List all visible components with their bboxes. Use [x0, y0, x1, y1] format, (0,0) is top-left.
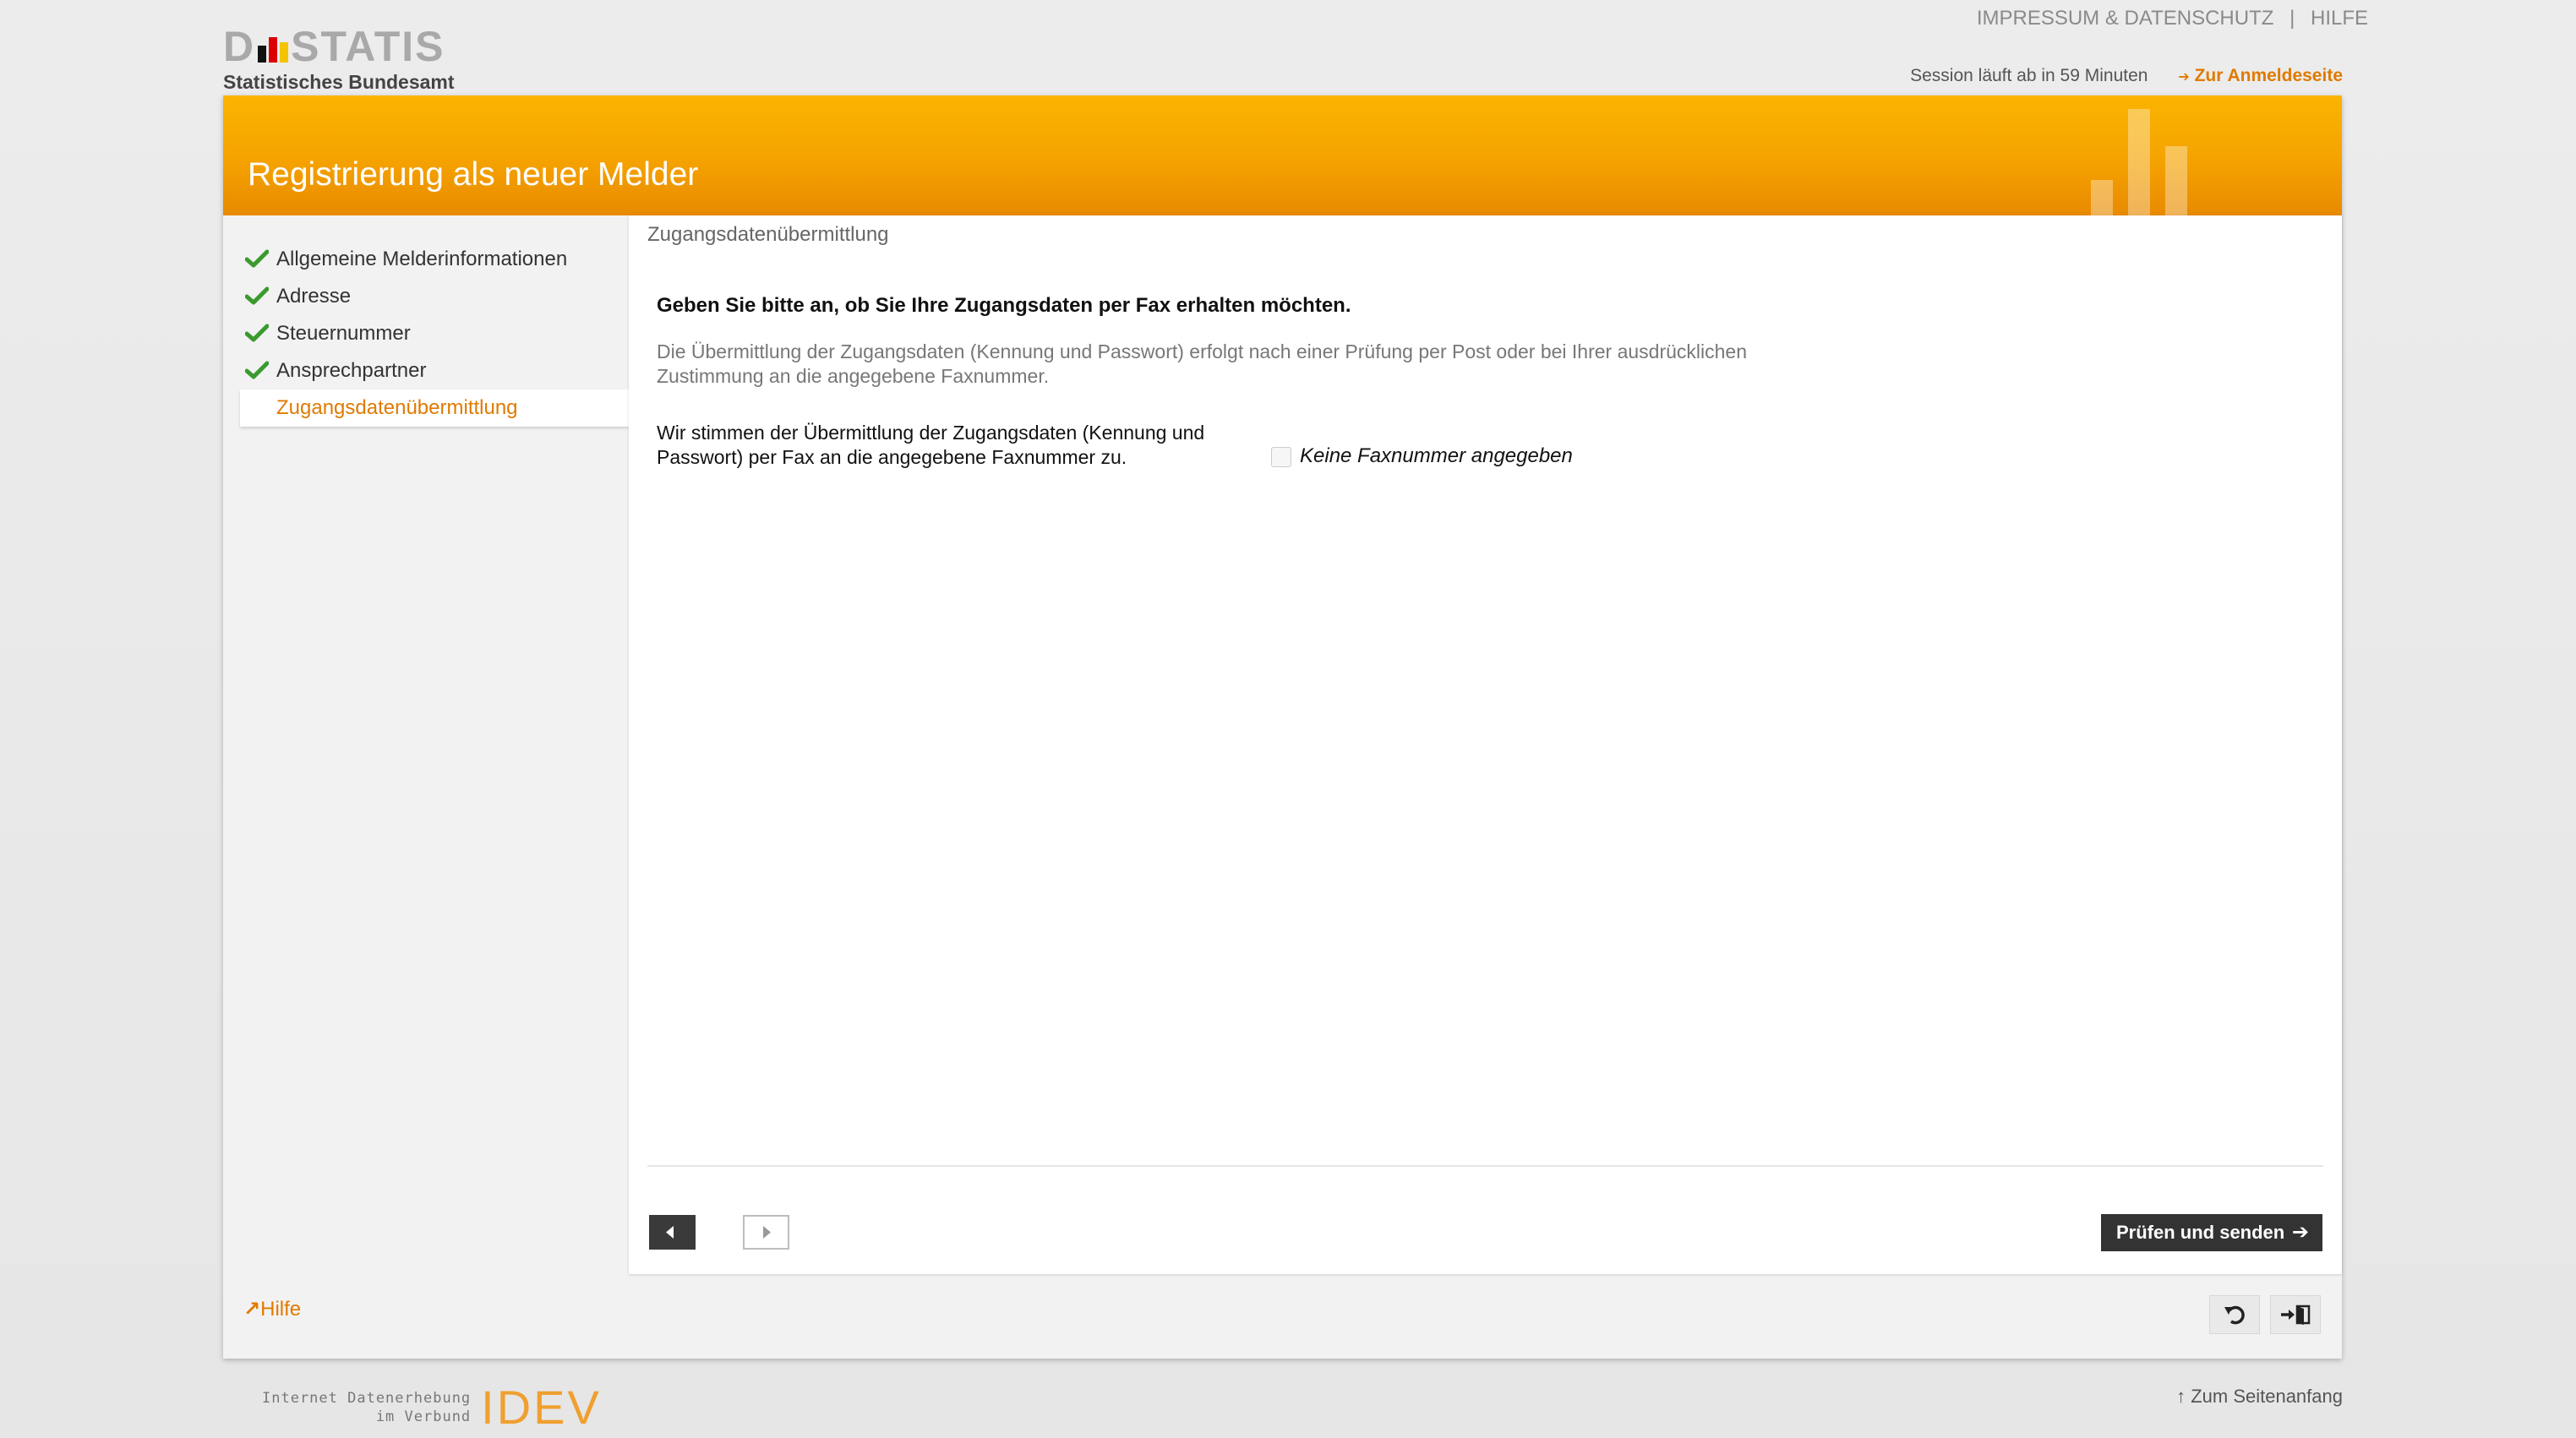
sidebar-item-label: Allgemeine Melderinformationen [276, 248, 568, 270]
session-timer: Session läuft ab in 59 Minuten [1910, 66, 2148, 85]
fax-question: Geben Sie bitte an, ob Sie Ihre Zugangsd… [657, 294, 1351, 317]
arrow-right-icon: ➔ [2178, 70, 2190, 84]
idev-brand-line2: im Verbund [375, 1408, 472, 1425]
idev-brand: Internet Datenerhebung im Verbund IDEV [262, 1384, 602, 1431]
back-to-top-link[interactable]: ↑ Zum Seitenanfang [2176, 1386, 2343, 1408]
page-banner: Registrierung als neuer Melder [223, 95, 2342, 215]
external-link-icon: ↗ [243, 1298, 261, 1321]
destatis-logo[interactable]: D STATIS Statistisches Bundesamt [223, 25, 455, 94]
impressum-link[interactable]: IMPRESSUM & DATENSCHUTZ [1977, 7, 2274, 30]
main-frame: Registrierung als neuer Melder Allgemein… [223, 95, 2342, 1359]
help-link-top[interactable]: HILFE [2311, 7, 2368, 30]
next-button[interactable] [743, 1215, 789, 1250]
sidebar-item-adresse[interactable]: Adresse [240, 278, 629, 315]
sidebar-item-label: Ansprechpartner [276, 359, 427, 382]
exit-icon [2281, 1305, 2311, 1325]
no-fax-label: Keine Faxnummer angegeben [1300, 444, 1573, 467]
check-icon [245, 249, 269, 268]
arrow-left-icon [666, 1226, 674, 1239]
banner-chart-decoration [2091, 95, 2192, 215]
info-text: Die Übermittlung der Zugangsdaten (Kennu… [657, 340, 1748, 387]
arrow-right-icon: ➔ [2291, 1221, 2309, 1244]
idev-logo: IDEV [481, 1381, 602, 1434]
sidebar-item-ansprechpartner[interactable]: Ansprechpartner [240, 352, 629, 389]
page-title: Registrierung als neuer Melder [248, 156, 699, 193]
exit-button[interactable] [2270, 1295, 2321, 1334]
footer-divider [647, 1165, 2323, 1167]
logo-flag-bars [258, 34, 289, 63]
logo-subtitle: Statistisches Bundesamt [223, 71, 455, 93]
login-page-link[interactable]: ➔ Zur Anmeldeseite [2178, 66, 2343, 85]
sidebar-item-label: Adresse [276, 285, 352, 308]
top-links: IMPRESSUM & DATENSCHUTZ | HILFE [1977, 7, 2368, 30]
help-link-label: Hilfe [260, 1298, 302, 1321]
undo-button[interactable] [2209, 1295, 2260, 1334]
undo-icon [2224, 1305, 2245, 1325]
sidebar-item-zugangsdaten[interactable]: Zugangsdatenübermittlung [240, 389, 629, 427]
content-panel: Zugangsdatenübermittlung Geben Sie bitte… [629, 215, 2342, 1274]
idev-brand-line1: Internet Datenerhebung [262, 1390, 472, 1407]
previous-button[interactable] [649, 1215, 696, 1250]
top-links-separator: | [2289, 7, 2295, 30]
sidebar-item-label: Zugangsdatenübermittlung [276, 396, 518, 419]
fax-consent-label: Wir stimmen der Übermittlung der Zugangs… [657, 422, 1205, 468]
login-page-label: Zur Anmeldeseite [2194, 66, 2343, 85]
sidebar-item-steuernummer[interactable]: Steuernummer [240, 315, 629, 352]
check-icon [245, 361, 269, 379]
check-icon [245, 324, 269, 342]
arrow-right-icon [763, 1226, 771, 1239]
fax-consent-checkbox[interactable] [1271, 447, 1291, 467]
idev-brand-text: Internet Datenerhebung im Verbund [262, 1389, 471, 1426]
check-icon [245, 286, 269, 305]
session-bar: Session läuft ab in 59 Minuten ➔ Zur Anm… [1910, 66, 2343, 86]
check-and-send-button[interactable]: Prüfen und senden ➔ [2101, 1214, 2322, 1251]
sidebar-item-label: Steuernummer [276, 322, 411, 345]
logo-wordmark: D STATIS [223, 23, 445, 70]
submit-label: Prüfen und senden [2116, 1222, 2285, 1243]
sidebar-nav: Allgemeine Melderinformationen Adresse S… [223, 215, 629, 1321]
sidebar-item-allgemeine[interactable]: Allgemeine Melderinformationen [240, 241, 629, 278]
section-title: Zugangsdatenübermittlung [647, 223, 889, 246]
help-link[interactable]: ↗Hilfe [243, 1297, 301, 1321]
